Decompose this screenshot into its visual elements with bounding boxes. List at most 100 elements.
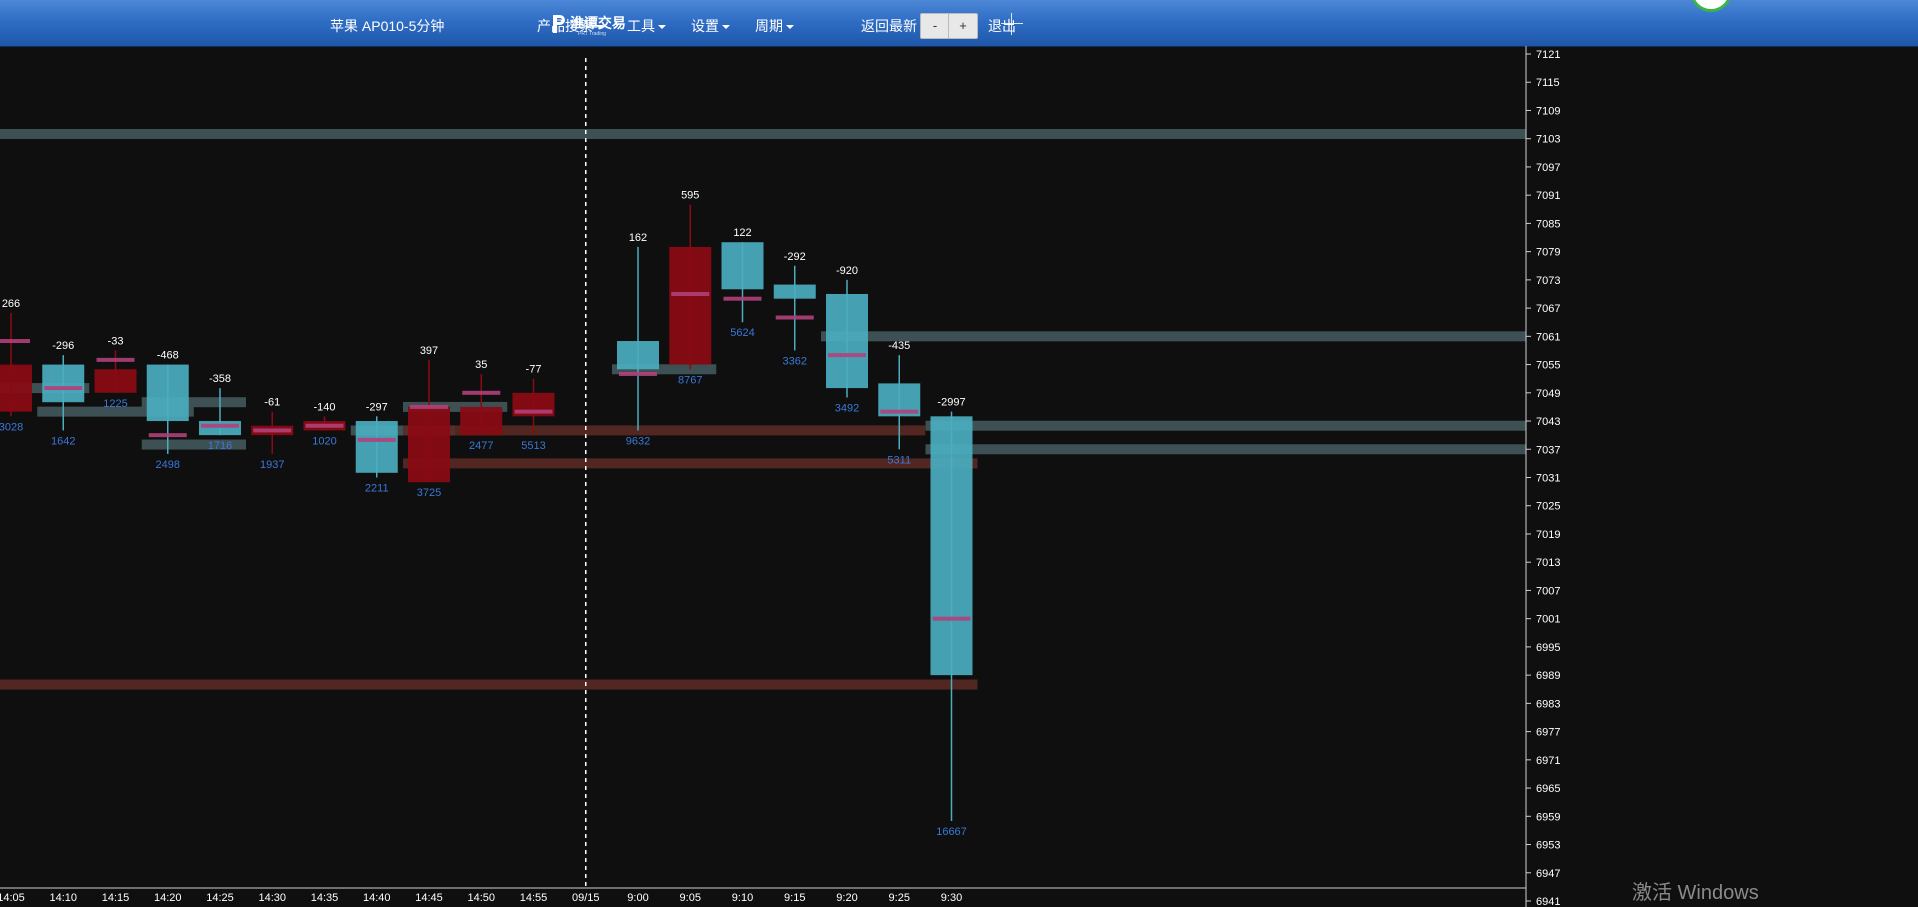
volume-label: 1225 [103,398,127,410]
y-tick-label: 7055 [1536,360,1560,372]
candle-body [460,406,503,436]
volume-label: 3725 [417,487,441,499]
poc-marker [514,409,553,414]
chevron-down-icon [658,25,666,30]
volume-label: 9632 [626,435,650,447]
delta-label: -33 [108,335,124,347]
volume-zone [925,420,1526,431]
poc-marker [462,390,501,395]
delta-label: -920 [836,265,858,277]
poc-marker [253,428,292,433]
return-latest-button[interactable]: 返回最新 [861,0,917,46]
delta-label: -435 [888,340,910,352]
x-tick-label: 14:35 [311,892,339,904]
candlestick-chart: 266 3028 -296 1642 -33 1225 -468 2498 -358 1716 -6… [0,46,1560,907]
menu-period-label: 周期 [755,18,783,34]
x-tick-label: 9:25 [889,892,910,904]
menu-tools-label: 工具 [627,18,655,34]
candle-body [669,246,712,365]
volume-label: 3492 [835,403,859,415]
y-axis: 7121 7115 7109 7103 7097 7091 7085 7079 7073 7067… [1525,46,1560,907]
volume-label: 5624 [730,327,754,339]
candle [930,411,973,822]
candle-body [0,364,32,412]
poc-marker [932,616,971,621]
candle [721,242,764,323]
menu-product-search[interactable]: 产品搜索 [537,0,604,46]
candle [669,204,712,370]
y-tick-label: 7103 [1536,134,1560,146]
volume-label: 8767 [678,374,702,386]
poc-marker [775,315,814,320]
x-tick-label: 14:30 [258,892,286,904]
y-tick-label: 6941 [1536,896,1560,907]
volume-label: 5311 [887,454,911,466]
y-tick-label: 6953 [1536,840,1560,852]
y-tick-label: 7109 [1536,105,1560,117]
volume-label: 1642 [51,435,75,447]
exit-button[interactable]: 退出 [988,0,1016,46]
volume-label: 16667 [936,826,967,838]
y-tick-label: 7073 [1536,275,1560,287]
candle [617,246,659,431]
menu-tools[interactable]: 工具 [627,0,666,46]
candle [42,355,85,431]
y-tick-label: 7067 [1536,303,1560,315]
x-tick-label: 14:40 [363,892,391,904]
candle-body [355,421,398,473]
menu-period[interactable]: 周期 [755,0,794,46]
delta-label: -297 [366,401,388,413]
delta-label: -292 [784,251,806,263]
zoom-out-button[interactable]: - [920,13,950,39]
poc-marker [148,433,187,438]
poc-marker [305,423,344,428]
poc-marker [357,437,396,442]
delta-label: 397 [420,345,438,357]
volume-zones [0,128,1526,690]
x-tick-label: 9:00 [627,892,648,904]
delta-label: 35 [475,359,487,371]
menu-settings[interactable]: 设置 [691,0,730,46]
y-tick-label: 7037 [1536,444,1560,456]
candle [94,350,137,393]
volume-label: 3362 [783,355,807,367]
candle [773,265,816,351]
poc-marker [671,291,710,296]
x-tick-label: 14:10 [49,892,77,904]
candle-body [146,364,189,422]
poc-marker [201,423,239,428]
candle [355,416,398,478]
x-tick-label: 14:55 [520,892,548,904]
y-tick-label: 7085 [1536,218,1560,230]
y-tick-label: 6977 [1536,727,1560,739]
candle-body [199,421,241,436]
y-tick-label: 7025 [1536,501,1560,513]
windows-watermark: 激活 Windows [1632,882,1759,904]
y-tick-label: 7013 [1536,557,1560,569]
volume-label: 3028 [0,421,23,433]
candles [0,204,973,822]
candle-body [94,369,137,393]
poc-marker [880,409,919,414]
volume-zone [821,331,1526,342]
x-tick-label: 09/15 [572,892,600,904]
poc-marker [96,357,135,362]
y-tick-label: 7097 [1536,162,1560,174]
y-tick-label: 7001 [1536,614,1560,626]
volume-label: 2498 [156,459,180,471]
delta-label: -61 [264,397,280,409]
chevron-down-icon [722,25,730,30]
y-tick-label: 7043 [1536,416,1560,428]
y-tick-label: 6947 [1536,868,1560,880]
y-tick-label: 7019 [1536,529,1560,541]
x-tick-label: 9:05 [680,892,701,904]
candle-body [617,341,659,370]
candle [199,388,241,436]
zoom-in-button[interactable]: + [948,13,978,39]
candle-body [826,293,868,389]
y-tick-label: 7079 [1536,247,1560,259]
poc-marker [828,353,866,358]
y-tick-label: 7121 [1536,49,1560,61]
volume-label: 1020 [312,435,336,447]
candle-body [930,416,973,676]
